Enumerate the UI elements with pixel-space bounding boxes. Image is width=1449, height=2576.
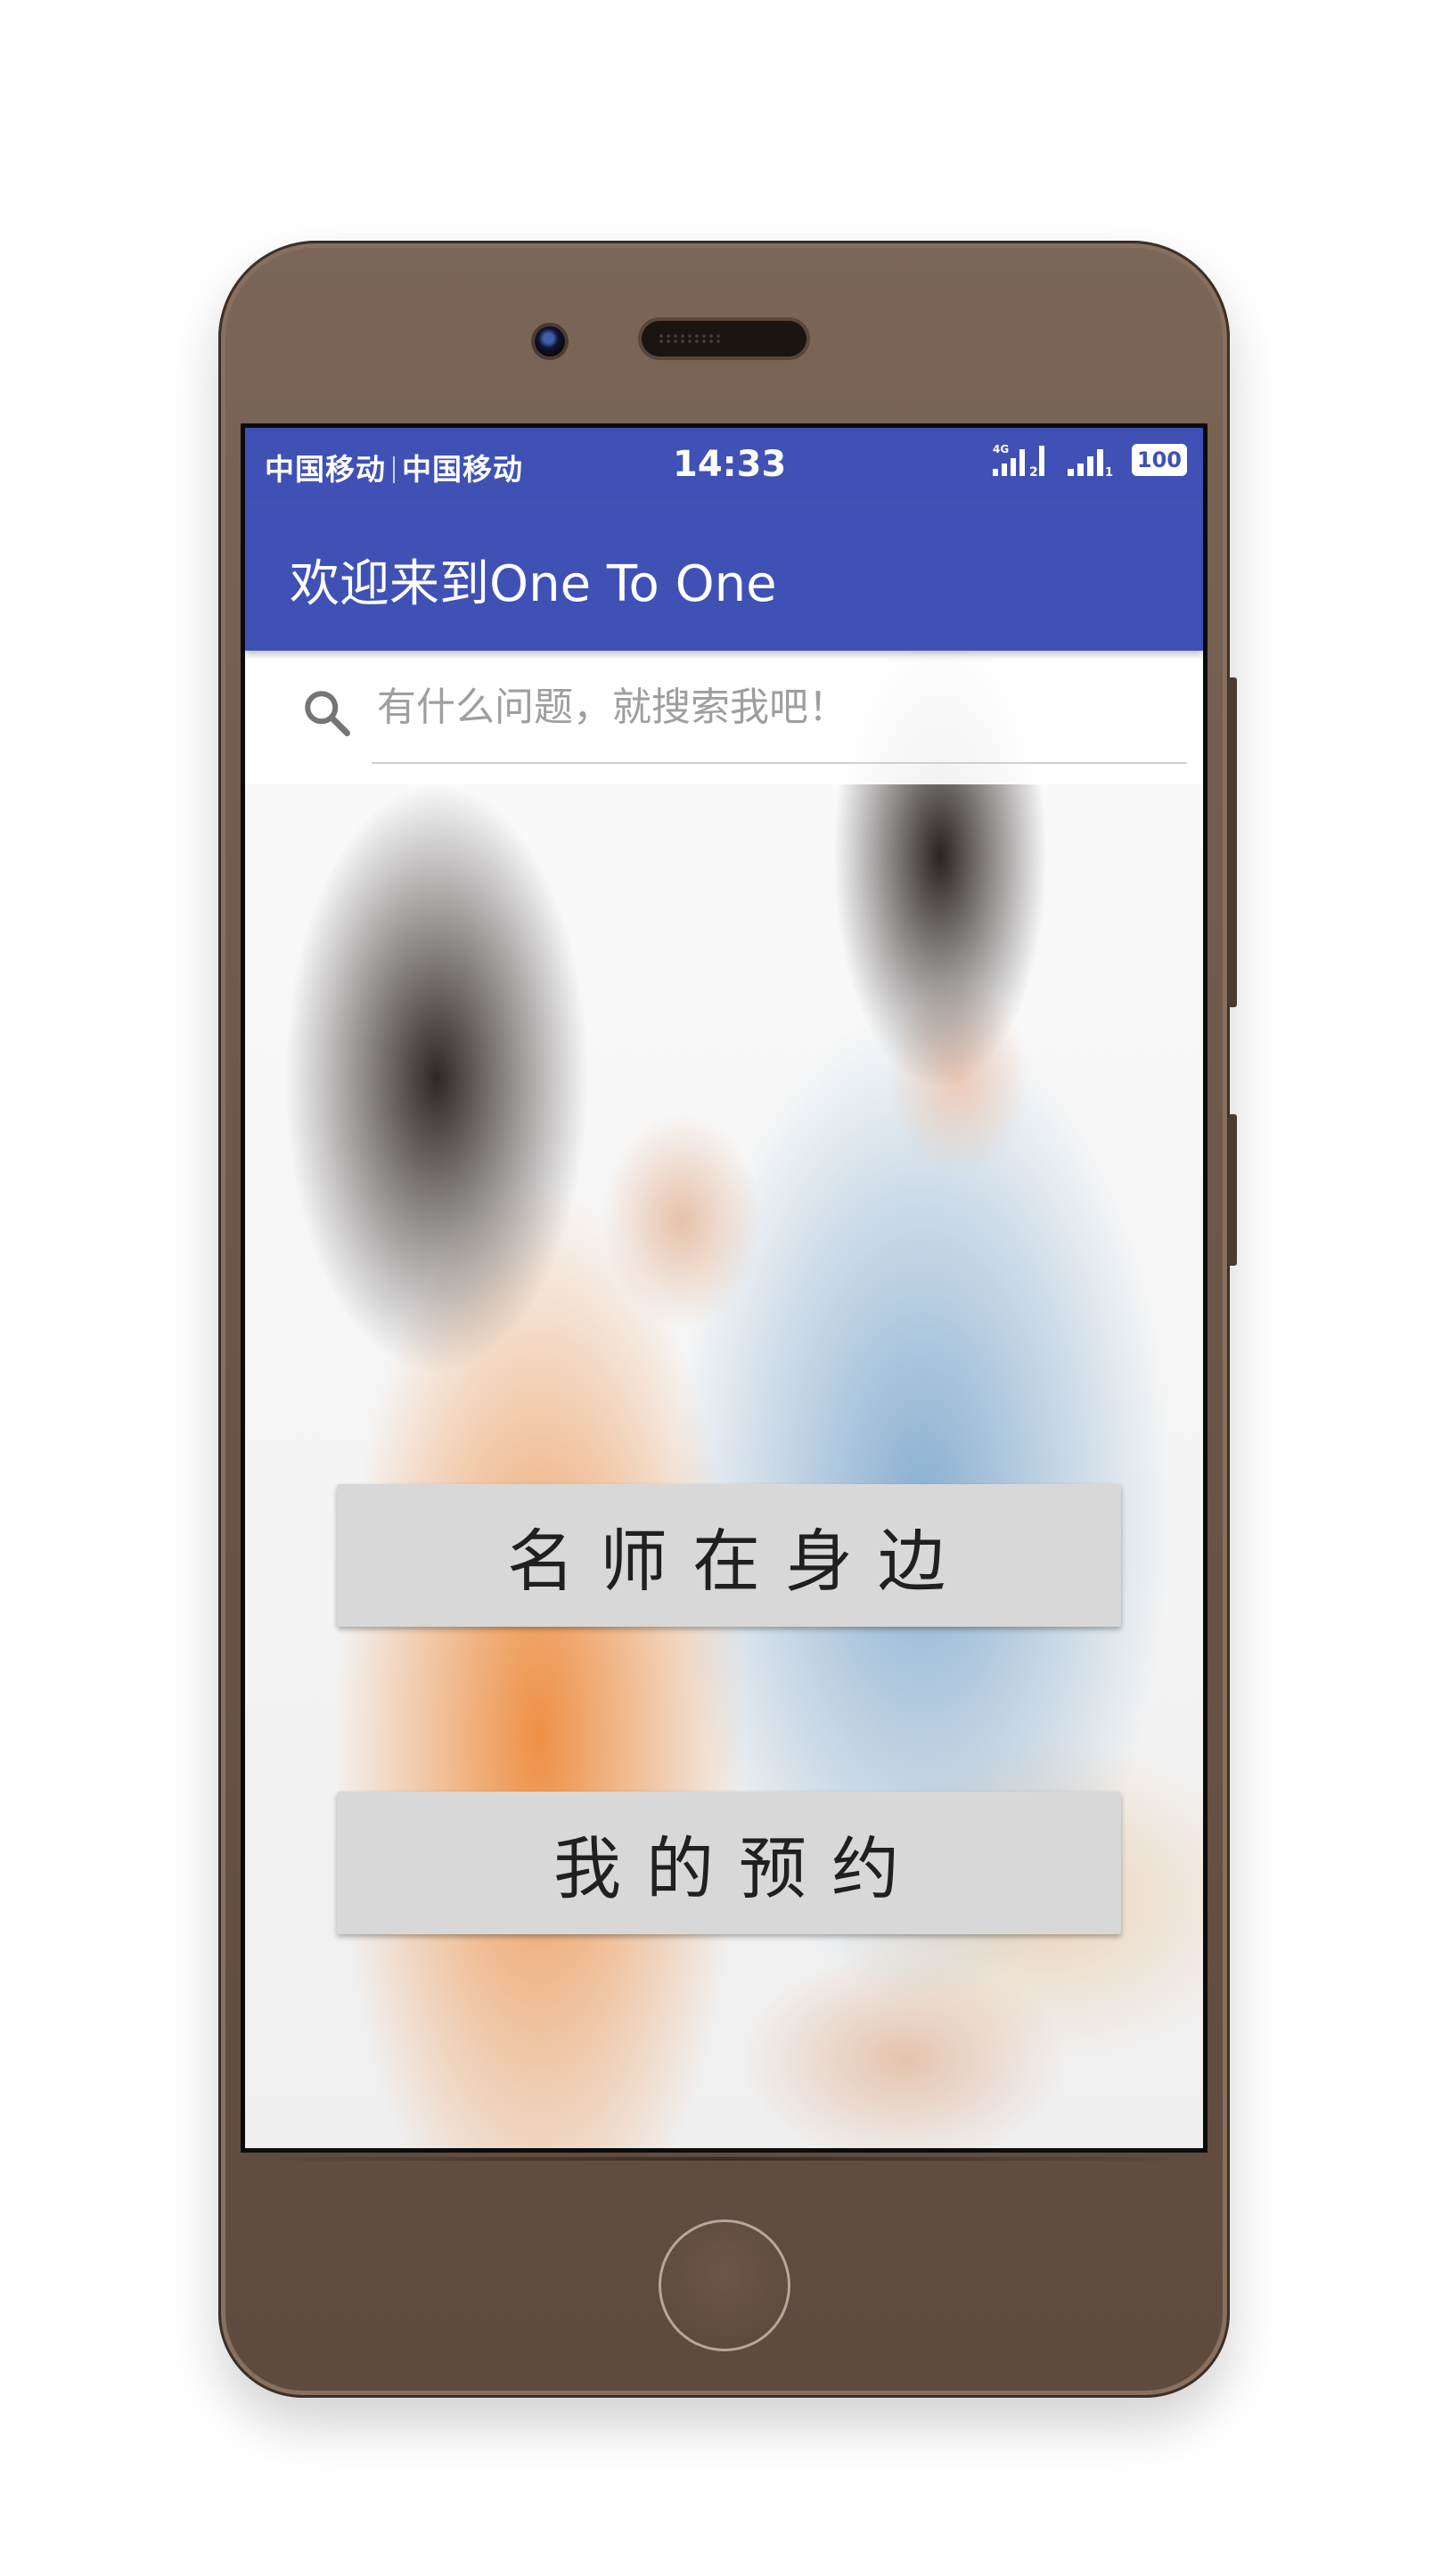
power-button[interactable] — [1228, 1114, 1237, 1266]
earpiece-speaker — [642, 321, 806, 357]
signal-bars-icon: 1 — [1067, 449, 1113, 478]
phone-frame: 中国移动 中国移动 14:33 4G 2 1 100 欢迎来到One To On… — [218, 241, 1237, 2398]
svg-text:2: 2 — [1029, 465, 1038, 478]
status-icons: 4G 2 1 100 — [991, 442, 1187, 478]
app-title: 欢迎来到One To One — [290, 555, 777, 613]
phone-screen: 中国移动 中国移动 14:33 4G 2 1 100 欢迎来到One To On… — [241, 423, 1208, 2153]
carrier-divider — [393, 456, 395, 483]
search-underline — [372, 762, 1187, 764]
front-camera-icon — [535, 326, 565, 357]
status-bar: 中国移动 中国移动 14:33 4G 2 1 100 — [245, 428, 1203, 499]
carrier-2: 中国移动 — [402, 452, 523, 487]
carrier-1: 中国移动 — [265, 452, 386, 487]
carrier-label: 中国移动 中国移动 — [265, 446, 523, 488]
network-type-label: 4G — [993, 443, 1009, 455]
status-time: 14:33 — [673, 444, 787, 485]
search-bar — [245, 651, 1203, 784]
famous-teacher-button[interactable]: 名师在身边 — [337, 1484, 1121, 1627]
svg-text:1: 1 — [1105, 466, 1113, 478]
battery-icon: 100 — [1131, 444, 1187, 476]
volume-button[interactable] — [1228, 677, 1237, 1007]
my-appointments-button[interactable]: 我的预约 — [337, 1792, 1121, 1934]
home-button[interactable] — [659, 2219, 790, 2351]
app-toolbar: 欢迎来到One To One — [245, 499, 1203, 651]
signal-4g-icon: 4G 2 — [992, 443, 1044, 478]
search-input[interactable] — [377, 676, 1179, 738]
search-icon[interactable] — [300, 686, 354, 740]
